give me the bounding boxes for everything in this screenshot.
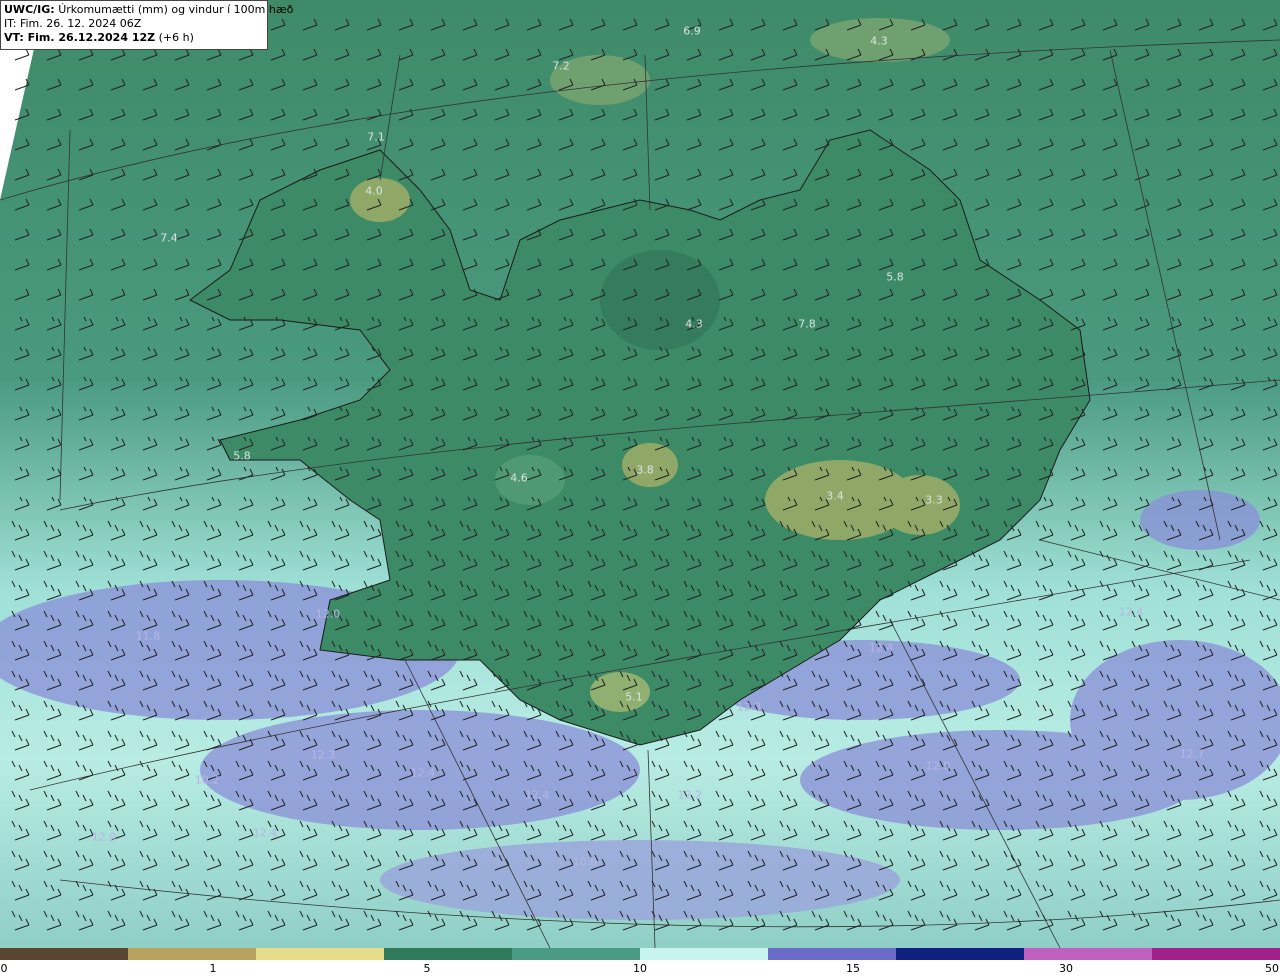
value-label: 11.8 bbox=[135, 629, 161, 643]
value-label: 12.4 bbox=[868, 641, 894, 655]
value-label: 12.4 bbox=[524, 788, 550, 802]
value-label: 7.2 bbox=[552, 59, 570, 73]
value-label: 6.9 bbox=[683, 24, 701, 38]
colorbar-segment bbox=[640, 948, 769, 960]
colorbar-segment bbox=[1024, 948, 1153, 960]
colorbar-segment bbox=[128, 948, 257, 960]
value-label: 10.2 bbox=[194, 773, 220, 787]
colorbar-segment bbox=[256, 948, 385, 960]
value-label: 12.4 bbox=[410, 766, 436, 780]
value-label: 7.4 bbox=[160, 231, 178, 245]
colorbar-segment bbox=[1152, 948, 1280, 960]
value-label: 12.4 bbox=[1118, 605, 1144, 619]
value-label: 4.0 bbox=[365, 184, 383, 198]
value-label: 12.9 bbox=[925, 759, 951, 773]
forecast-offset: (+6 h) bbox=[158, 31, 194, 44]
init-time: IT: Fim. 26. 12. 2024 06Z bbox=[4, 17, 142, 30]
colorbar-tick: 50 bbox=[1265, 962, 1279, 975]
colorbar-tick: 30 bbox=[1059, 962, 1073, 975]
colorbar-segment bbox=[896, 948, 1025, 960]
value-label: 12.7 bbox=[1179, 747, 1205, 761]
colorbar-segment bbox=[0, 948, 129, 960]
colorbar-tick: 10 bbox=[633, 962, 647, 975]
colorbar-tick: 0 bbox=[0, 962, 8, 975]
colorbar-tick: 1 bbox=[209, 962, 217, 975]
valid-time: VT: Fim. 26.12.2024 12Z bbox=[4, 31, 156, 44]
map-title: Úrkomumætti (mm) og vindur í 100m hæð bbox=[58, 3, 294, 16]
value-label: 3.3 bbox=[925, 493, 943, 507]
value-label: 12.3 bbox=[736, 700, 762, 714]
value-label: 12.0 bbox=[91, 830, 117, 844]
colorbar-tick: 5 bbox=[423, 962, 431, 975]
value-label: 4.3 bbox=[685, 317, 703, 331]
model-name: UWC/IG: bbox=[4, 3, 55, 16]
value-label: 5.8 bbox=[233, 449, 251, 463]
value-label: 7.8 bbox=[798, 317, 816, 331]
value-label: 7.1 bbox=[367, 130, 385, 144]
colorbar-segment bbox=[768, 948, 897, 960]
value-label: 12.4 bbox=[252, 826, 278, 840]
colorbar-tick: 15 bbox=[846, 962, 860, 975]
value-label: 3.4 bbox=[826, 489, 844, 503]
colorbar-segment bbox=[512, 948, 641, 960]
value-label: 5.1 bbox=[625, 690, 643, 704]
value-label: 12.3 bbox=[310, 748, 336, 762]
value-label: 4.6 bbox=[510, 471, 528, 485]
colorbar-ticks: 0 1 5 10 15 30 50 bbox=[0, 962, 1280, 978]
map-header: UWC/IG: Úrkomumætti (mm) og vindur í 100… bbox=[0, 0, 293, 50]
value-label: 12.2 bbox=[677, 788, 703, 802]
value-label: 12.0 bbox=[315, 607, 341, 621]
value-label: 10.6 bbox=[572, 855, 598, 869]
colorbar-segment bbox=[384, 948, 513, 960]
colorbar bbox=[0, 948, 1280, 960]
value-label: 5.8 bbox=[886, 270, 904, 284]
value-label: 3.8 bbox=[636, 463, 654, 477]
value-label: 4.3 bbox=[870, 34, 888, 48]
